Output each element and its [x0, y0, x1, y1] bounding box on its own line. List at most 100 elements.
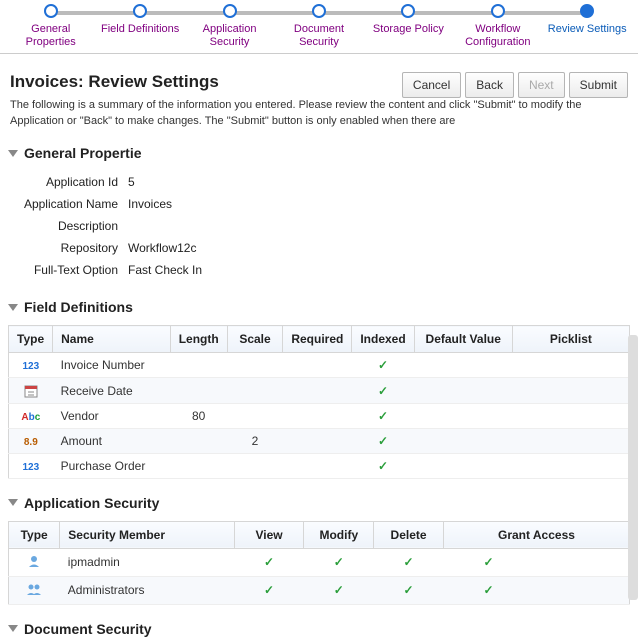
- scrollbar-thumb[interactable]: [628, 335, 638, 600]
- check-icon: ✓: [378, 459, 388, 473]
- check-icon: ✓: [404, 583, 414, 597]
- property-label: Repository: [10, 241, 128, 255]
- cancel-button[interactable]: Cancel: [402, 72, 461, 98]
- column-header[interactable]: Default Value: [414, 326, 512, 353]
- column-header[interactable]: Scale: [227, 326, 283, 353]
- property-label: Application Id: [10, 175, 128, 189]
- page-title: Invoices: Review Settings: [10, 72, 219, 92]
- wizard-step[interactable]: Storage Policy: [364, 4, 453, 36]
- property-value: Workflow12c: [128, 241, 196, 255]
- check-icon: ✓: [334, 583, 344, 597]
- date-type-icon: [24, 383, 38, 397]
- next-button: Next: [518, 72, 565, 98]
- wizard-step[interactable]: Application Security: [185, 4, 274, 49]
- decimal-type-icon: 8.9: [24, 437, 38, 448]
- section-label: General Propertie: [24, 145, 142, 161]
- check-icon: ✓: [378, 358, 388, 372]
- field-length: [170, 378, 227, 404]
- application-security-table: TypeSecurity MemberViewModifyDeleteGrant…: [8, 521, 630, 605]
- field-name: Purchase Order: [53, 453, 171, 478]
- field-scale: [227, 378, 283, 404]
- wizard-step[interactable]: General Properties: [6, 4, 95, 49]
- table-row[interactable]: 123 Invoice Number ✓: [9, 353, 630, 378]
- check-icon: ✓: [264, 555, 274, 569]
- field-name: Amount: [53, 428, 171, 453]
- wizard-dot-icon: [491, 4, 505, 18]
- security-member: ipmadmin: [60, 548, 234, 576]
- column-header[interactable]: Required: [283, 326, 352, 353]
- number-type-icon: 123: [22, 462, 39, 473]
- property-row: Description: [10, 215, 628, 237]
- disclosure-icon: [8, 625, 18, 632]
- number-type-icon: 123: [22, 361, 39, 372]
- wizard-step[interactable]: Document Security: [274, 4, 363, 49]
- wizard-dot-icon: [312, 4, 326, 18]
- column-header[interactable]: Security Member: [60, 521, 234, 548]
- field-name: Receive Date: [53, 378, 171, 404]
- column-header[interactable]: View: [234, 521, 304, 548]
- field-scale: [227, 453, 283, 478]
- wizard-step-label: Field Definitions: [95, 23, 184, 36]
- disclosure-icon: [8, 304, 18, 311]
- column-header[interactable]: Name: [53, 326, 171, 353]
- security-member: Administrators: [60, 576, 234, 604]
- wizard-dot-icon: [133, 4, 147, 18]
- disclosure-icon: [8, 150, 18, 157]
- wizard-dot-icon: [44, 4, 58, 18]
- column-header[interactable]: Type: [9, 326, 53, 353]
- check-icon: ✓: [334, 555, 344, 569]
- section-general-properties[interactable]: General Propertie: [0, 139, 638, 167]
- field-length: [170, 428, 227, 453]
- table-row[interactable]: AbcVendor80✓: [9, 403, 630, 428]
- wizard-step-label: Storage Policy: [364, 23, 453, 36]
- column-header[interactable]: Picklist: [512, 326, 629, 353]
- section-label: Application Security: [24, 495, 159, 511]
- submit-button[interactable]: Submit: [569, 72, 628, 98]
- wizard-dot-icon: [223, 4, 237, 18]
- column-header[interactable]: Modify: [304, 521, 374, 548]
- field-name: Invoice Number: [53, 353, 171, 378]
- column-header[interactable]: Delete: [374, 521, 444, 548]
- property-label: Full-Text Option: [10, 263, 128, 277]
- wizard-step[interactable]: Field Definitions: [95, 4, 184, 36]
- wizard-step[interactable]: Review Settings: [543, 4, 632, 36]
- table-row[interactable]: Administrators ✓ ✓ ✓ ✓: [9, 576, 630, 604]
- check-icon: ✓: [378, 434, 388, 448]
- field-picklist: [512, 403, 629, 428]
- column-header[interactable]: Length: [170, 326, 227, 353]
- property-label: Description: [10, 219, 128, 233]
- column-header[interactable]: Type: [9, 521, 60, 548]
- property-value: Fast Check In: [128, 263, 202, 277]
- column-header[interactable]: Grant Access: [443, 521, 629, 548]
- check-icon: ✓: [378, 409, 388, 423]
- column-header[interactable]: Indexed: [352, 326, 414, 353]
- property-row: Application Id5: [10, 171, 628, 193]
- field-scale: [227, 403, 283, 428]
- field-default: [414, 428, 512, 453]
- field-picklist: [512, 428, 629, 453]
- wizard-step[interactable]: Workflow Configuration: [453, 4, 542, 49]
- section-field-definitions[interactable]: Field Definitions: [0, 293, 638, 321]
- section-document-security[interactable]: Document Security: [0, 615, 638, 643]
- check-icon: ✓: [483, 555, 493, 569]
- check-icon: ✓: [404, 555, 414, 569]
- check-icon: ✓: [483, 583, 493, 597]
- property-value: Invoices: [128, 197, 172, 211]
- table-row[interactable]: Receive Date✓: [9, 378, 630, 404]
- field-default: [414, 453, 512, 478]
- property-row: Application NameInvoices: [10, 193, 628, 215]
- field-length: [170, 353, 227, 378]
- table-row[interactable]: 123 Purchase Order ✓: [9, 453, 630, 478]
- text-type-icon: Abc: [21, 412, 40, 423]
- section-application-security[interactable]: Application Security: [0, 489, 638, 517]
- table-row[interactable]: 8.9Amount2✓: [9, 428, 630, 453]
- wizard-step-label: Application Security: [185, 23, 274, 49]
- table-row[interactable]: ipmadmin ✓ ✓ ✓ ✓: [9, 548, 630, 576]
- field-scale: [227, 353, 283, 378]
- field-picklist: [512, 378, 629, 404]
- property-value: 5: [128, 175, 135, 189]
- field-length: 80: [170, 403, 227, 428]
- wizard-dot-icon: [401, 4, 415, 18]
- check-icon: ✓: [264, 583, 274, 597]
- back-button[interactable]: Back: [465, 72, 514, 98]
